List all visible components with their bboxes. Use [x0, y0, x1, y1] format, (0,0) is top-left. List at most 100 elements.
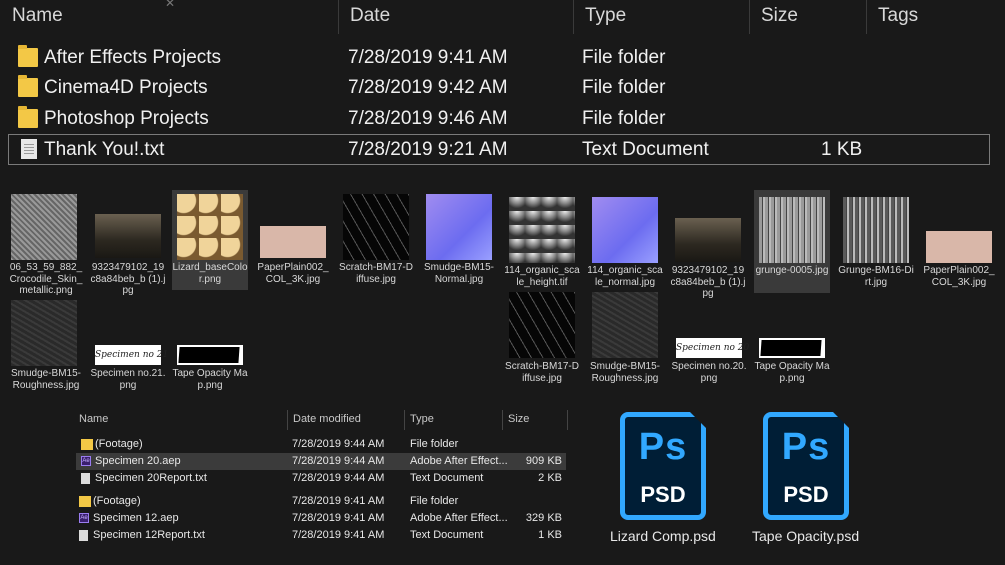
psd-file-name: Tape Opacity.psd: [752, 528, 860, 544]
list-item[interactable]: Ae Specimen 12.aep 7/28/2019 9:41 AM Adobe …: [76, 510, 566, 527]
file-name: Specimen 12.aep: [93, 512, 179, 524]
file-name: (Footage): [93, 495, 141, 507]
file-row[interactable]: Cinema4D Projects 7/28/2019 9:42 AM File…: [8, 73, 990, 103]
tape-mask-shape: [760, 340, 822, 356]
file-type: File folder: [582, 77, 666, 98]
file-date: 7/28/2019 9:42 AM: [348, 77, 508, 98]
file-name: Specimen 12Report.txt: [93, 529, 205, 541]
thumbnail-label: 06_53_59_882_Crocodile_Skin_metallic.png: [9, 262, 83, 296]
paper-texture-thumbnail: [260, 226, 326, 258]
crocodile-texture-thumbnail: [11, 194, 77, 260]
grunge-texture-thumbnail: [843, 197, 909, 263]
psd-label: PSD: [640, 482, 686, 507]
column-header-tags[interactable]: Tags: [866, 0, 996, 34]
file-name: Specimen 20.aep: [95, 455, 181, 467]
text-file-icon: [21, 139, 37, 159]
thumbnail-label: 114_organic_scale_normal.jpg: [587, 265, 663, 288]
photoshop-icon-glyph: Ps: [781, 426, 831, 468]
file-date: 7/28/2019 9:44 AM: [292, 438, 385, 450]
list-item[interactable]: Ae Specimen 20.aep 7/28/2019 9:44 AM Adobe …: [76, 453, 566, 470]
thumbnail-label: Tape Opacity Map.png: [172, 368, 248, 391]
psd-file-tile[interactable]: Ps PSD: [620, 411, 707, 520]
signature-text: Specimen no 21: [95, 350, 169, 360]
signature-thumbnail: Specimen no 20: [676, 338, 750, 358]
lizard-texture-thumbnail: [177, 194, 243, 260]
folder-icon: [18, 45, 38, 67]
file-row-selected[interactable]: Thank You!.txt 7/28/2019 9:21 AM Text Do…: [8, 134, 990, 165]
file-date: 7/28/2019 9:41 AM: [348, 47, 508, 68]
column-divider[interactable]: [567, 410, 568, 430]
thumbnail-label: Scratch-BM17-Diffuse.jpg: [339, 262, 413, 285]
file-type: Text Document: [582, 139, 709, 160]
tape-mask-shape: [178, 347, 240, 363]
thumbnail-label: Tape Opacity Map.png: [754, 361, 830, 384]
scratch-texture-thumbnail: [343, 194, 409, 260]
column-header-date-modified[interactable]: Date modified: [293, 412, 361, 426]
thumbnail-label: Specimen no.20.png: [671, 361, 747, 384]
room-photo-thumbnail: [675, 218, 741, 262]
column-header-type[interactable]: Type: [573, 0, 749, 34]
thumbnail-label: Lizard_baseColor.png: [172, 262, 248, 285]
list-item[interactable]: (Footage) 7/28/2019 9:44 AM File folder: [76, 436, 566, 453]
folder-icon: [18, 106, 38, 128]
thumbnail-label: 9323479102_19c8a84beb_b (1).jpg: [90, 262, 166, 296]
file-date: 7/28/2019 9:44 AM: [292, 472, 385, 484]
tape-mask-thumbnail: [759, 338, 825, 358]
file-date: 7/28/2019 9:21 AM: [348, 139, 508, 160]
sort-arrow-icon: ✕: [165, 0, 176, 10]
scale-texture-thumbnail: [509, 197, 575, 263]
thumbnail-label: Grunge-BM16-Dirt.jpg: [838, 265, 914, 288]
column-divider[interactable]: [404, 410, 405, 430]
list-item[interactable]: Specimen 12Report.txt 7/28/2019 9:41 AM Te…: [76, 527, 566, 544]
column-header-size[interactable]: Size: [508, 412, 529, 426]
file-name: (Footage): [95, 438, 143, 450]
thumbnail-label: Specimen no.21.png: [90, 368, 166, 391]
photoshop-icon-glyph: Ps: [638, 426, 688, 468]
column-header-type[interactable]: Type: [410, 412, 434, 426]
thumbnail-label: Smudge-BM15-Normal.jpg: [423, 262, 495, 285]
signature-text: Specimen no 20: [676, 343, 750, 353]
paper-texture-thumbnail: [926, 231, 992, 263]
file-name: After Effects Projects: [44, 47, 222, 68]
roughness-texture-thumbnail: [11, 300, 77, 366]
after-effects-file-icon: Ae: [81, 456, 91, 466]
thumbnail-label: 9323479102_19c8a84beb_b (1).jpg: [670, 265, 746, 299]
file-date: 7/28/2019 9:41 AM: [292, 512, 385, 524]
column-header-size[interactable]: Size: [749, 0, 866, 34]
scratch-texture-thumbnail: [509, 292, 575, 358]
file-row[interactable]: Photoshop Projects 7/28/2019 9:46 AM Fil…: [8, 104, 990, 134]
column-divider[interactable]: [287, 410, 288, 430]
file-size: 1 KB: [538, 529, 562, 541]
thumbnail-label: grunge-0005.jpg: [755, 265, 829, 276]
list-item[interactable]: Specimen 20Report.txt 7/28/2019 9:44 AM Te…: [76, 470, 566, 487]
folder-icon: [79, 496, 91, 507]
column-header-date[interactable]: Date: [338, 0, 573, 34]
psd-label: PSD: [783, 482, 829, 507]
folder-icon: [18, 75, 38, 97]
column-divider[interactable]: [502, 410, 503, 430]
file-name: Photoshop Projects: [44, 108, 209, 129]
thumbnail-label: Scratch-BM17-Diffuse.jpg: [505, 361, 579, 384]
file-size: 2 KB: [538, 472, 562, 484]
file-row[interactable]: After Effects Projects 7/28/2019 9:41 AM…: [8, 43, 990, 73]
psd-file-tile[interactable]: Ps PSD: [763, 411, 850, 520]
file-size: 329 KB: [525, 512, 562, 524]
file-type: Text Document: [410, 529, 484, 541]
list-item[interactable]: (Footage) 7/28/2019 9:41 AM File folder: [76, 493, 566, 510]
file-type: File folder: [582, 47, 666, 68]
tape-mask-thumbnail: [177, 345, 243, 365]
file-size: 909 KB: [525, 455, 562, 467]
room-photo-thumbnail: [95, 214, 161, 258]
file-date: 7/28/2019 9:44 AM: [292, 455, 385, 467]
thumbnail-label: PaperPlain002_COL_3K.jpg: [257, 262, 329, 285]
file-size: 1 KB: [821, 139, 863, 160]
file-date: 7/28/2019 9:46 AM: [348, 108, 508, 129]
thumbnail-label: 114_organic_scale_height.tif: [504, 265, 580, 288]
file-type: Text Document: [410, 472, 484, 484]
folder-icon: [81, 439, 93, 450]
text-file-icon: [81, 473, 90, 484]
column-header-name[interactable]: Name: [79, 412, 108, 426]
roughness-texture-thumbnail: [592, 292, 658, 358]
normal-map-thumbnail: [592, 197, 658, 263]
file-type: Adobe After Effect...: [410, 455, 508, 467]
